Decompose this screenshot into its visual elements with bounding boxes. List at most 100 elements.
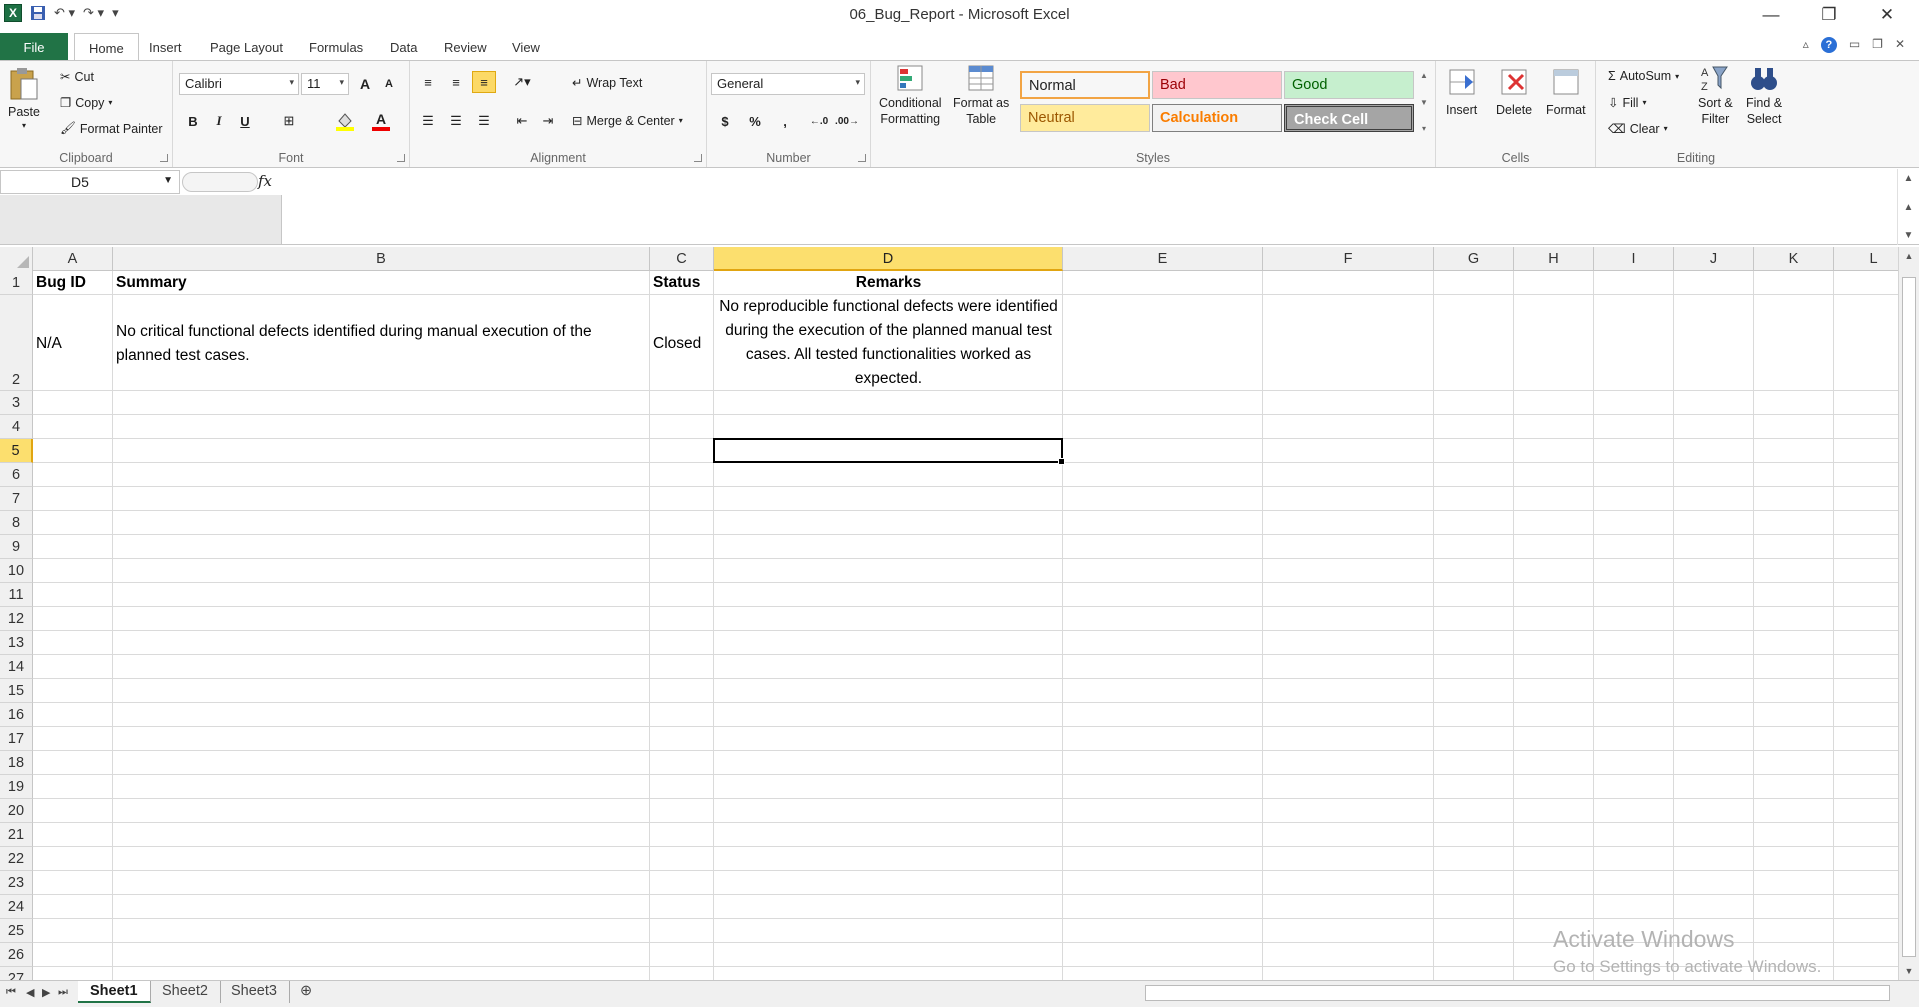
row-header-3[interactable]: 3 [0,391,33,415]
scroll-up-icon[interactable]: ▲ [1420,71,1428,80]
formula-input[interactable] [283,170,1897,244]
cell-a1[interactable]: Bug ID [36,271,110,295]
tab-data[interactable]: Data [376,33,431,61]
font-size-select[interactable]: 11 ▾ [301,73,349,95]
font-launcher-icon[interactable] [397,154,405,162]
borders-icon[interactable]: ⊞ [277,110,301,132]
tab-file[interactable]: File [0,33,68,61]
row-header-10[interactable]: 10 [0,559,33,583]
row-header-25[interactable]: 25 [0,919,33,943]
last-sheet-icon[interactable]: ⏭ [58,986,68,999]
prev-sheet-icon[interactable]: ◀ [26,986,34,999]
align-left-icon[interactable]: ☰ [416,110,440,132]
format-button[interactable]: Format [1546,67,1586,117]
row-header-7[interactable]: 7 [0,487,33,511]
row-header-18[interactable]: 18 [0,751,33,775]
column-header-i[interactable]: I [1594,247,1674,271]
cut-button[interactable]: ✂ Cut [60,69,94,85]
scroll-up-icon[interactable]: ▲ [1904,173,1914,184]
increase-decimal-icon[interactable]: ←.0 [807,110,831,132]
column-header-b[interactable]: B [113,247,650,271]
number-format-select[interactable]: General ▾ [711,73,865,95]
sheet-tab-sheet2[interactable]: Sheet2 [150,981,221,1003]
autosum-button[interactable]: Σ AutoSum ▾ [1608,69,1679,83]
row-header-17[interactable]: 17 [0,727,33,751]
row-header-13[interactable]: 13 [0,631,33,655]
active-cell-d5[interactable] [713,438,1065,465]
column-header-f[interactable]: F [1263,247,1434,271]
align-bottom-icon[interactable]: ≡ [472,71,496,93]
minimize-ribbon-icon[interactable]: ▵ [1803,37,1809,53]
row-header-6[interactable]: 6 [0,463,33,487]
horizontal-scrollbar[interactable] [1145,985,1890,1001]
cell-b1[interactable]: Summary [116,271,647,295]
row-header-23[interactable]: 23 [0,871,33,895]
delete-button[interactable]: Delete [1496,67,1532,117]
grow-font-button[interactable]: A [353,73,377,95]
conditional-formatting-button[interactable]: Conditional Formatting [879,63,942,127]
paste-button[interactable]: Paste ▾ [8,67,40,130]
column-header-c[interactable]: C [650,247,714,271]
row-header-15[interactable]: 15 [0,679,33,703]
workbook-minimize-icon[interactable]: ▭ [1849,37,1860,53]
scroll-up-icon[interactable]: ▲ [1899,251,1919,261]
row-header-16[interactable]: 16 [0,703,33,727]
align-right-icon[interactable]: ☰ [472,110,496,132]
clear-button[interactable]: ⌫ Clear ▾ [1608,121,1668,137]
shrink-font-button[interactable]: A [377,73,401,95]
row-header-20[interactable]: 20 [0,799,33,823]
scroll-down-icon[interactable]: ▼ [1904,230,1914,241]
column-header-d[interactable]: D [714,247,1063,271]
column-header-g[interactable]: G [1434,247,1514,271]
row-header-14[interactable]: 14 [0,655,33,679]
select-all-corner[interactable] [0,247,33,271]
font-name-select[interactable]: Calibri ▾ [179,73,299,95]
row-header-9[interactable]: 9 [0,535,33,559]
formula-bar-scroll[interactable]: ▲ ▲ ▼ [1897,169,1919,245]
tab-review[interactable]: Review [430,33,501,61]
increase-indent-icon[interactable]: ⇥ [536,110,560,132]
number-launcher-icon[interactable] [858,154,866,162]
column-header-k[interactable]: K [1754,247,1834,271]
sheet-tab-sheet1[interactable]: Sheet1 [78,981,151,1003]
find-select-button[interactable]: Find & Select [1746,63,1782,127]
name-box[interactable]: D5 ▼ [0,170,180,194]
row-header-27[interactable]: 27 [0,967,33,980]
cell-b2[interactable]: No critical functional defects identifie… [116,295,647,391]
next-sheet-icon[interactable]: ▶ [42,986,50,999]
percent-button[interactable]: % [743,110,767,132]
row-header-12[interactable]: 12 [0,607,33,631]
decrease-indent-icon[interactable]: ⇤ [510,110,534,132]
vertical-scrollbar[interactable]: ▲ ▼ [1898,247,1919,980]
row-header-21[interactable]: 21 [0,823,33,847]
underline-button[interactable]: U [233,110,257,132]
format-painter-button[interactable]: 🖌 Format Painter [60,121,163,136]
row-header-24[interactable]: 24 [0,895,33,919]
insert-function-button[interactable]: fx [258,172,272,190]
column-header-e[interactable]: E [1063,247,1263,271]
style-bad[interactable]: Bad [1152,71,1282,99]
more-styles-icon[interactable]: ▾ [1422,124,1426,133]
italic-button[interactable]: I [207,110,231,132]
row-header-8[interactable]: 8 [0,511,33,535]
cell-d2[interactable]: No reproducible functional defects were … [717,295,1060,391]
row-header-11[interactable]: 11 [0,583,33,607]
tab-home[interactable]: Home [74,33,139,62]
style-good[interactable]: Good [1284,71,1414,99]
tab-formulas[interactable]: Formulas [295,33,377,61]
scroll-down-icon[interactable]: ▼ [1420,98,1428,107]
spreadsheet-grid[interactable]: ABCDEFGHIJKL 1 2 3 4 5 6 7 8 9 10 11 12 13 14 15 16 17 18… [0,247,1898,980]
column-header-j[interactable]: J [1674,247,1754,271]
bold-button[interactable]: B [181,110,205,132]
scroll-down-icon[interactable]: ▼ [1899,966,1919,976]
row-header-1[interactable]: 1 [0,271,33,295]
row-header-26[interactable]: 26 [0,943,33,967]
style-neutral[interactable]: Neutral [1020,104,1150,132]
font-color-icon[interactable]: A [369,110,393,132]
clipboard-launcher-icon[interactable] [160,154,168,162]
merge-center-button[interactable]: ⊟ Merge & Center ▾ [572,113,683,129]
style-normal[interactable]: Normal [1020,71,1150,99]
sort-filter-button[interactable]: AZ Sort & Filter [1698,63,1733,127]
first-sheet-icon[interactable]: ⏮ [6,986,16,999]
wrap-text-button[interactable]: ↵ Wrap Text [572,75,642,91]
